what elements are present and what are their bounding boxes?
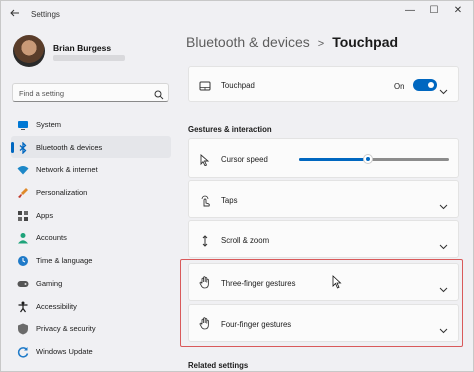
touchpad-icon: [199, 79, 211, 91]
touchpad-toggle[interactable]: [413, 79, 437, 91]
slider-fill: [299, 158, 368, 161]
sidebar-item-label: Accounts: [36, 233, 67, 243]
gamepad-icon: [17, 277, 29, 289]
taps-card[interactable]: Taps: [188, 180, 459, 218]
user-email-redacted: [53, 55, 125, 61]
sidebar-item-system[interactable]: System: [11, 113, 171, 136]
sidebar-item-windows-update[interactable]: Windows Update: [11, 340, 171, 363]
person-icon: [17, 231, 29, 244]
cursor-icon: [199, 153, 211, 167]
avatar: [13, 35, 45, 67]
sidebar-item-label: Time & language: [36, 256, 93, 266]
sidebar-nav: System Bluetooth & devices Network & int…: [11, 113, 171, 363]
sidebar-item-label: Gaming: [36, 278, 63, 288]
sidebar-item-label: Windows Update: [36, 346, 93, 356]
maximize-button[interactable]: ☐: [425, 5, 443, 19]
sidebar-item-gaming[interactable]: Gaming: [11, 272, 171, 295]
sidebar-item-label: Accessibility: [36, 301, 77, 311]
update-icon: [17, 345, 29, 358]
touchpad-card[interactable]: Touchpad On: [188, 66, 459, 102]
brush-icon: [17, 186, 29, 199]
breadcrumb: Bluetooth & devices > Touchpad: [186, 34, 398, 50]
cursor-speed-slider[interactable]: [299, 154, 449, 164]
slider-thumb[interactable]: [363, 154, 373, 164]
search-placeholder: Find a setting: [19, 89, 65, 98]
taps-label: Taps: [221, 196, 238, 205]
section-title-gestures: Gestures & interaction: [188, 125, 272, 134]
back-arrow-icon[interactable]: [9, 7, 23, 21]
sidebar-item-label: Apps: [36, 210, 54, 220]
user-name: Brian Burgess: [53, 43, 112, 53]
window-title: Settings: [31, 10, 60, 19]
scroll-zoom-label: Scroll & zoom: [221, 236, 270, 245]
cursor-speed-label: Cursor speed: [221, 155, 268, 164]
system-icon: [17, 118, 29, 130]
sidebar-item-privacy-security[interactable]: Privacy & security: [11, 317, 171, 340]
section-title-related: Related settings: [188, 361, 249, 370]
bluetooth-icon: [17, 141, 29, 155]
sidebar-item-personalization[interactable]: Personalization: [11, 181, 171, 204]
minimize-button[interactable]: —: [401, 5, 419, 19]
sidebar-item-label: Bluetooth & devices: [36, 142, 103, 152]
shield-icon: [17, 322, 29, 335]
page-title: Touchpad: [332, 34, 399, 50]
sidebar-item-label: System: [36, 120, 62, 129]
sidebar-item-label: Privacy & security: [36, 324, 96, 334]
sidebar-item-time-language[interactable]: Time & language: [11, 249, 171, 272]
scroll-zoom-card[interactable]: Scroll & zoom: [188, 220, 459, 258]
sidebar-item-apps[interactable]: Apps: [11, 204, 171, 227]
globe-clock-icon: [17, 254, 29, 267]
accessibility-icon: [17, 300, 29, 312]
wifi-icon: [17, 163, 29, 175]
tap-icon: [199, 194, 211, 207]
sidebar-item-label: Personalization: [36, 188, 88, 198]
breadcrumb-parent[interactable]: Bluetooth & devices: [186, 34, 310, 50]
sidebar-item-network[interactable]: Network & internet: [11, 158, 171, 181]
toggle-knob: [428, 82, 434, 88]
sidebar-item-label: Network & internet: [36, 165, 98, 175]
search-icon: [154, 87, 164, 100]
highlight-box: [180, 259, 463, 347]
scroll-icon: [199, 234, 211, 247]
chevron-down-icon[interactable]: [439, 237, 448, 250]
title-bar: Settings — ☐ ✕: [1, 1, 473, 29]
chevron-down-icon[interactable]: [439, 82, 448, 95]
search-input[interactable]: Find a setting: [12, 83, 169, 102]
toggle-state-text: On: [394, 82, 405, 91]
breadcrumb-separator: >: [317, 38, 325, 50]
sidebar-item-accounts[interactable]: Accounts: [11, 226, 171, 249]
active-indicator: [11, 141, 14, 153]
touchpad-label: Touchpad: [221, 81, 255, 90]
mouse-pointer-icon: [332, 275, 342, 289]
sidebar-item-accessibility[interactable]: Accessibility: [11, 295, 171, 318]
close-button[interactable]: ✕: [449, 5, 467, 19]
settings-window: Settings — ☐ ✕ Brian Burgess Find a sett…: [0, 0, 474, 372]
chevron-down-icon[interactable]: [439, 197, 448, 210]
cursor-speed-card: Cursor speed: [188, 138, 459, 178]
sidebar-item-bluetooth-devices[interactable]: Bluetooth & devices: [11, 135, 171, 159]
apps-icon: [17, 209, 29, 221]
